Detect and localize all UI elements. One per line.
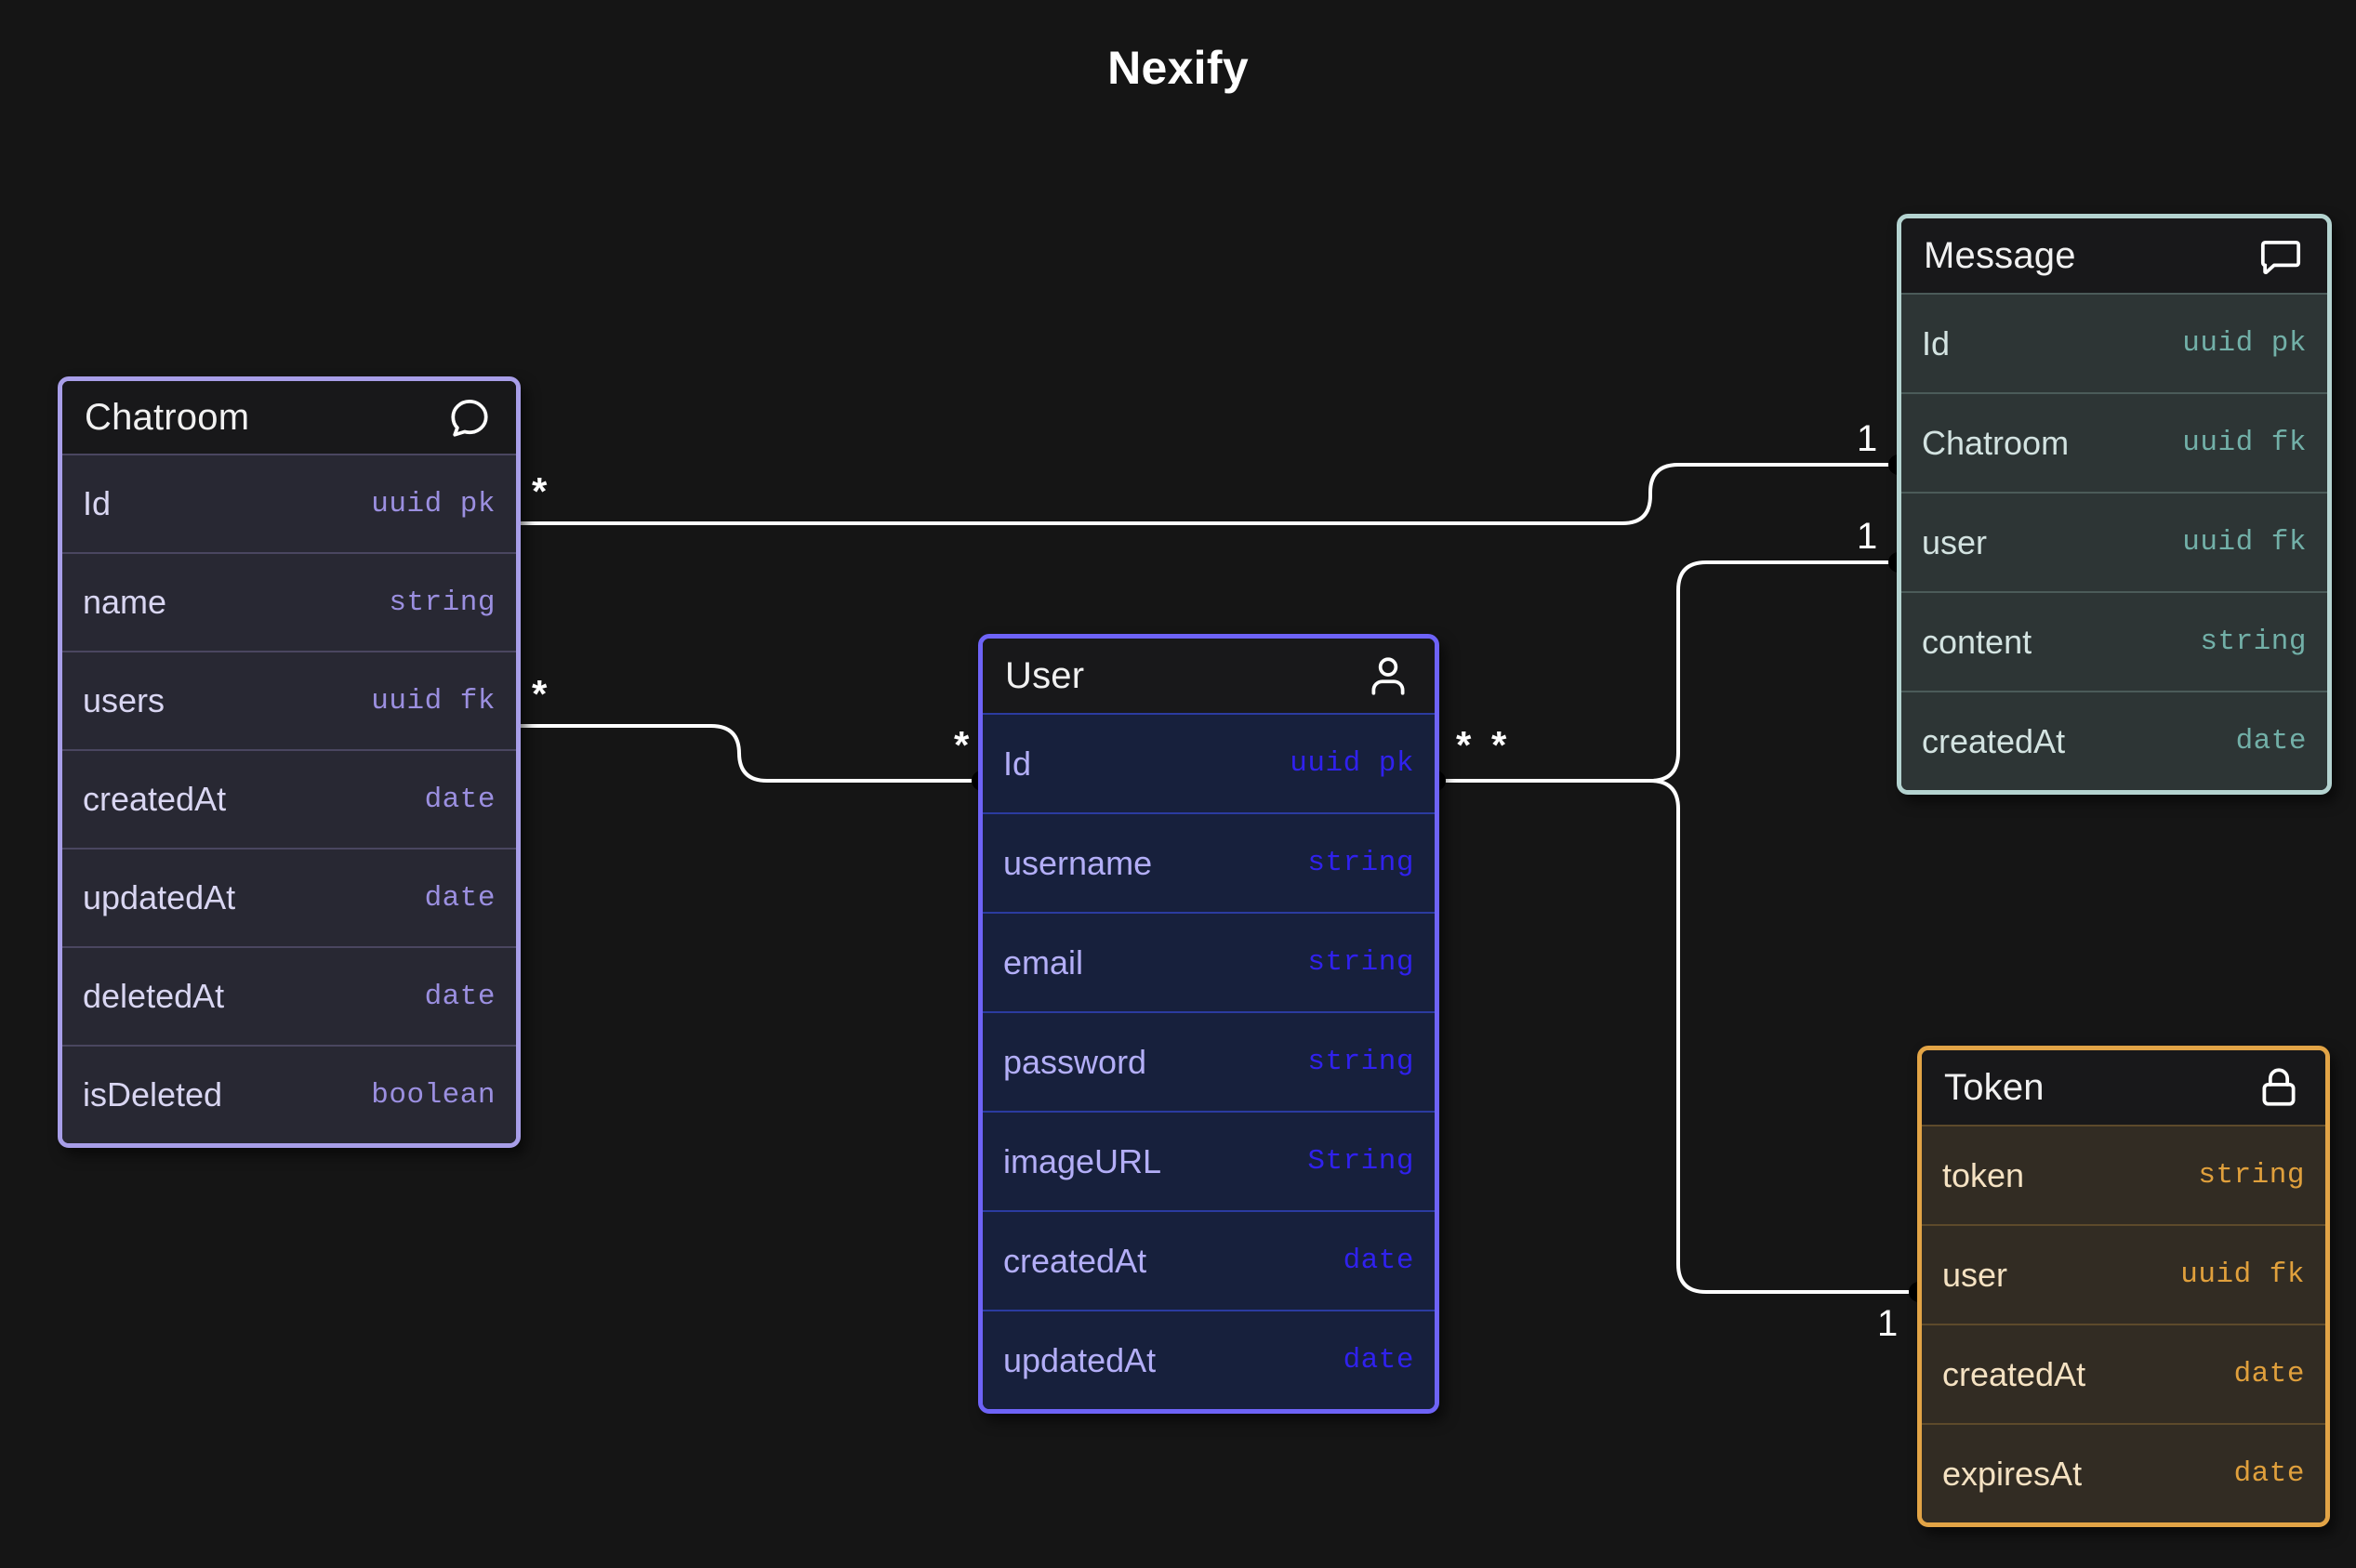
entity-table-message[interactable]: Message Id uuid pk Chatroom uuid fk user…	[1897, 214, 2332, 795]
cardinality-marker-chatroom-users: *	[532, 675, 547, 714]
field-row[interactable]: imageURL String	[983, 1111, 1435, 1210]
field-row[interactable]: updatedAt date	[983, 1310, 1435, 1409]
cardinality-marker-user-id-right-b: *	[1491, 726, 1506, 765]
field-row[interactable]: password string	[983, 1011, 1435, 1111]
field-name: Id	[1003, 744, 1031, 784]
cardinality-marker-user-id-left: *	[954, 726, 969, 765]
field-type: String	[1307, 1145, 1414, 1178]
field-type: uuid pk	[2182, 327, 2307, 360]
field-name: token	[1942, 1156, 2024, 1195]
field-type: uuid fk	[2182, 526, 2307, 559]
field-name: Id	[1922, 324, 1950, 363]
field-name: user	[1922, 523, 1987, 562]
entity-title-chatroom: Chatroom	[85, 397, 249, 439]
field-row[interactable]: expiresAt date	[1922, 1423, 2325, 1522]
field-type: boolean	[371, 1079, 496, 1112]
field-row[interactable]: username string	[983, 812, 1435, 912]
field-row[interactable]: Id uuid pk	[983, 713, 1435, 812]
field-row[interactable]: email string	[983, 912, 1435, 1011]
cardinality-marker-token-user: 1	[1877, 1305, 1898, 1342]
field-type: string	[1307, 1046, 1414, 1078]
field-name: users	[83, 681, 165, 720]
field-row[interactable]: user uuid fk	[1922, 1224, 2325, 1324]
field-row[interactable]: name string	[62, 552, 516, 651]
er-diagram-canvas: Nexify * * * * * 1 1 1 Chatroom	[0, 0, 2356, 1568]
entity-title-token: Token	[1944, 1067, 2045, 1109]
field-type: string	[2198, 1159, 2305, 1192]
field-row[interactable]: Chatroom uuid fk	[1901, 392, 2327, 492]
field-type: uuid pk	[1290, 747, 1414, 780]
field-name: Id	[83, 484, 111, 523]
field-name: createdAt	[1003, 1242, 1146, 1281]
field-name: imageURL	[1003, 1142, 1161, 1181]
connector-user-id-to-message-user	[1447, 562, 1887, 781]
field-row[interactable]: createdAt date	[1922, 1324, 2325, 1423]
entity-title-message: Message	[1924, 235, 2076, 277]
field-name: Chatroom	[1922, 424, 2069, 463]
field-row[interactable]: deletedAt date	[62, 946, 516, 1045]
field-type: string	[2200, 626, 2307, 658]
field-name: email	[1003, 943, 1083, 982]
field-name: password	[1003, 1043, 1146, 1082]
field-type: date	[1343, 1344, 1414, 1377]
entity-table-user[interactable]: User Id uuid pk username string email st…	[978, 634, 1439, 1414]
field-name: name	[83, 583, 166, 622]
cardinality-marker-user-id-right-a: *	[1456, 726, 1471, 765]
chat-bubble-icon	[445, 393, 494, 441]
field-name: deletedAt	[83, 977, 224, 1016]
field-row[interactable]: token string	[1922, 1125, 2325, 1224]
cardinality-marker-chatroom-id: *	[532, 472, 547, 511]
field-row[interactable]: createdAt date	[1901, 691, 2327, 790]
field-type: date	[2236, 725, 2307, 758]
field-type: string	[1307, 946, 1414, 979]
field-type: uuid fk	[2180, 1258, 2305, 1291]
field-type: string	[389, 586, 496, 619]
field-name: content	[1922, 623, 2032, 662]
entity-header-message: Message	[1901, 218, 2327, 293]
field-type: date	[425, 981, 496, 1013]
field-row[interactable]: Id uuid pk	[62, 454, 516, 552]
field-name: updatedAt	[1003, 1341, 1156, 1380]
cardinality-marker-message-user: 1	[1857, 518, 1877, 555]
field-row[interactable]: users uuid fk	[62, 651, 516, 749]
field-type: string	[1307, 847, 1414, 879]
field-row[interactable]: Id uuid pk	[1901, 293, 2327, 392]
field-name: createdAt	[1942, 1355, 2085, 1394]
field-name: createdAt	[83, 780, 226, 819]
connector-user-id-to-token-user	[1447, 781, 1908, 1292]
entity-header-user: User	[983, 639, 1435, 713]
entity-header-token: Token	[1922, 1050, 2325, 1125]
field-type: uuid fk	[371, 685, 496, 718]
lock-icon	[2255, 1063, 2303, 1112]
cardinality-marker-message-chatroom: 1	[1857, 420, 1877, 457]
entity-header-chatroom: Chatroom	[62, 381, 516, 454]
message-square-icon	[2257, 231, 2305, 280]
field-name: expiresAt	[1942, 1455, 2082, 1494]
field-name: user	[1942, 1256, 2007, 1295]
person-icon	[1364, 652, 1412, 700]
field-name: username	[1003, 844, 1152, 883]
field-type: date	[425, 882, 496, 915]
field-type: uuid pk	[371, 488, 496, 520]
connector-chatroom-id-to-message-chatroom	[510, 465, 1887, 523]
field-type: date	[2234, 1457, 2305, 1490]
page-title: Nexify	[0, 41, 2356, 95]
field-type: uuid fk	[2182, 427, 2307, 459]
entity-table-chatroom[interactable]: Chatroom Id uuid pk name string users uu…	[58, 376, 521, 1148]
entity-title-user: User	[1005, 655, 1084, 697]
connector-chatroom-users-to-user-id	[510, 726, 971, 781]
field-name: createdAt	[1922, 722, 2065, 761]
field-row[interactable]: updatedAt date	[62, 848, 516, 946]
entity-table-token[interactable]: Token token string user uuid fk createdA…	[1917, 1046, 2330, 1527]
field-row[interactable]: content string	[1901, 591, 2327, 691]
field-name: updatedAt	[83, 878, 235, 917]
field-row[interactable]: createdAt date	[983, 1210, 1435, 1310]
field-row[interactable]: isDeleted boolean	[62, 1045, 516, 1143]
field-row[interactable]: user uuid fk	[1901, 492, 2327, 591]
field-name: isDeleted	[83, 1075, 222, 1114]
field-row[interactable]: createdAt date	[62, 749, 516, 848]
field-type: date	[2234, 1358, 2305, 1390]
field-type: date	[1343, 1245, 1414, 1277]
field-type: date	[425, 784, 496, 816]
